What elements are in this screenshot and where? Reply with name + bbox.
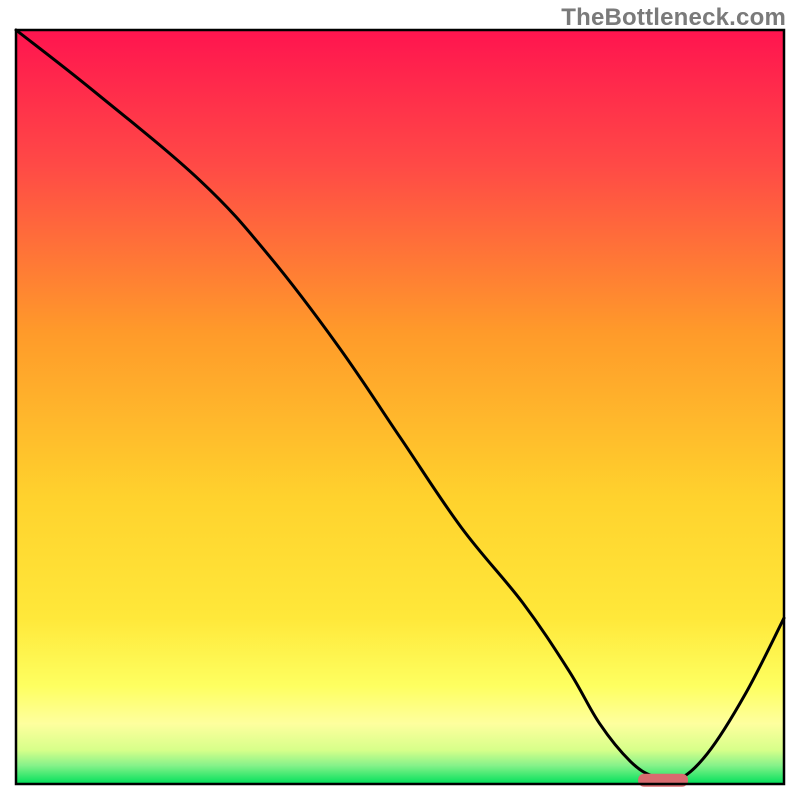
chart-container: { "watermark": "TheBottleneck.com", "col… (0, 0, 800, 800)
plot-background (16, 30, 784, 784)
chart-plot (0, 0, 800, 800)
watermark: TheBottleneck.com (561, 4, 786, 32)
